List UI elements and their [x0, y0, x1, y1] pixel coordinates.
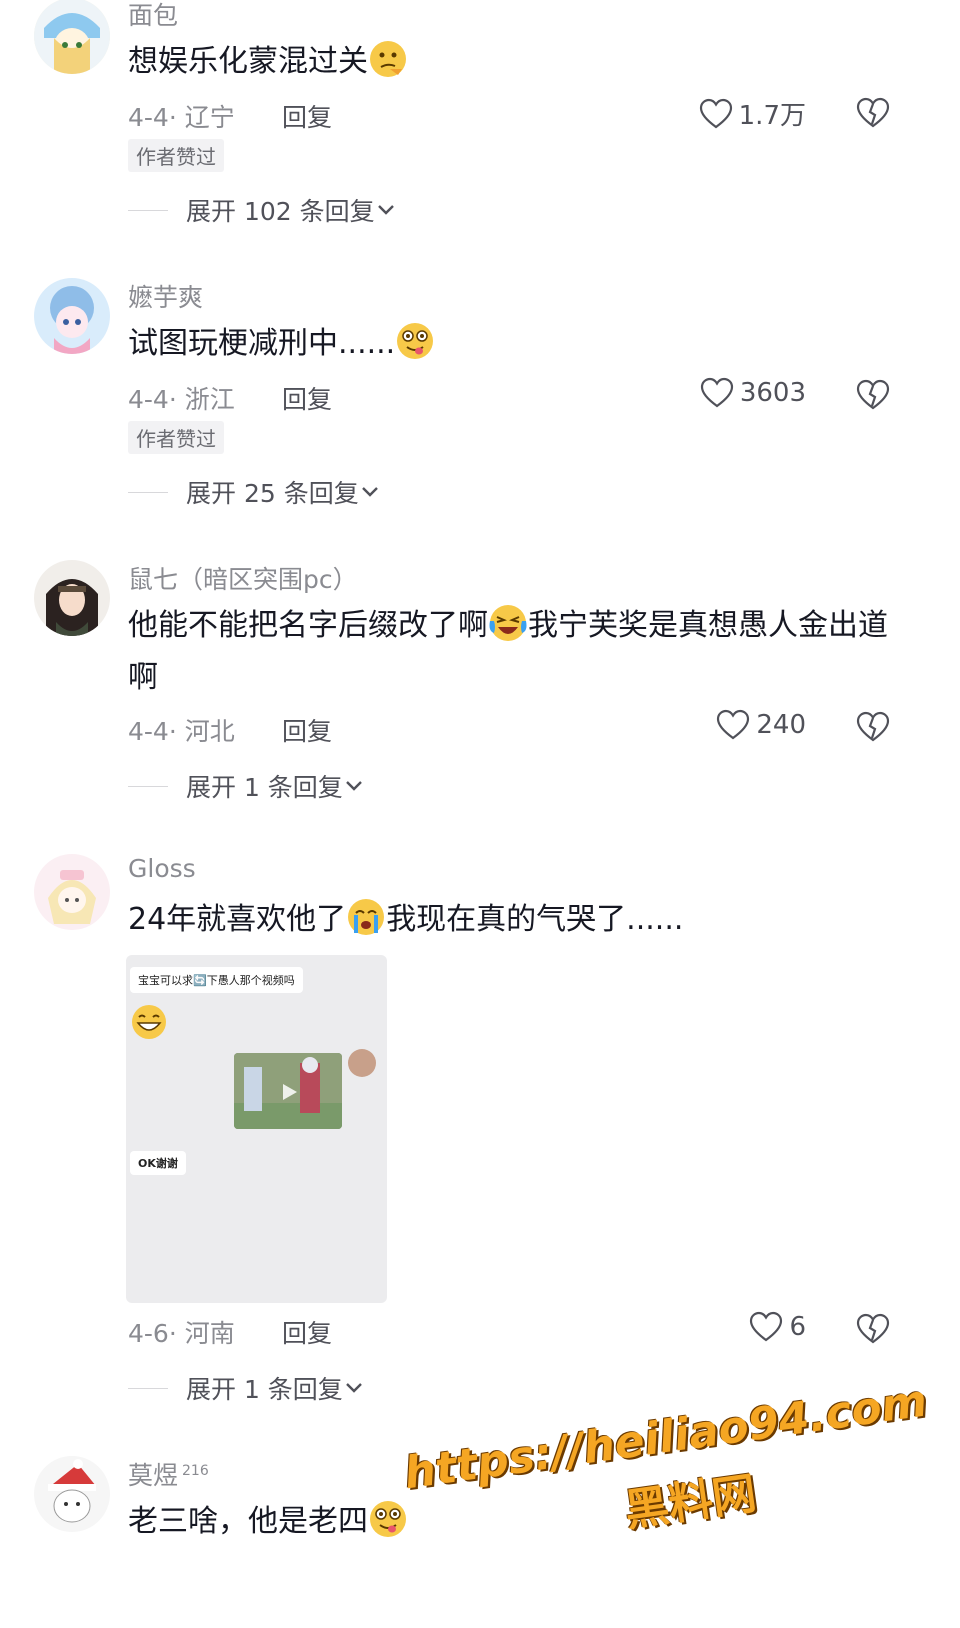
- expand-replies-button[interactable]: 展开 1 条回复: [128, 768, 365, 804]
- laughing-crying-emoji-icon: [489, 605, 527, 641]
- heart-outline-icon: [717, 709, 750, 740]
- avatar[interactable]: [34, 1456, 110, 1532]
- yummy-emoji-icon: [397, 323, 434, 359]
- reply-button[interactable]: 回复: [282, 380, 332, 416]
- thinking-emoji-icon: [370, 41, 406, 77]
- chevron-down-icon: [377, 205, 394, 215]
- comment-text: 老三啥，他是老四: [128, 1496, 908, 1548]
- author-liked-badge: 作者赞过: [128, 421, 224, 454]
- username[interactable]: 莫煜 216: [128, 1456, 209, 1492]
- expand-replies-button[interactable]: 展开 25 条回复: [128, 474, 381, 510]
- like-button[interactable]: 6: [749, 1311, 806, 1343]
- avatar[interactable]: [34, 560, 110, 636]
- chevron-down-icon: [361, 487, 378, 497]
- reply-button[interactable]: 回复: [282, 712, 332, 748]
- avatar: [348, 1049, 376, 1077]
- broken-heart-icon[interactable]: [856, 378, 890, 412]
- comment-text: 24年就喜欢他了 我现在真的气哭了......: [128, 894, 908, 946]
- avatar[interactable]: [34, 278, 110, 354]
- comment-date-location: 4-4· 辽宁: [128, 103, 235, 132]
- author-liked-badge: 作者赞过: [128, 139, 224, 172]
- chat-bubble: OK谢谢: [130, 1151, 186, 1175]
- yummy-emoji-icon: [370, 1501, 406, 1537]
- chevron-down-icon: [345, 1383, 362, 1393]
- chevron-down-icon: [345, 781, 362, 791]
- comment-text: 想娱乐化蒙混过关: [128, 36, 908, 88]
- username[interactable]: 面包: [128, 0, 178, 32]
- user-level: 216: [182, 1462, 209, 1479]
- like-button[interactable]: 240: [716, 709, 806, 741]
- comment-text: 他能不能把名字后缀改了啊 我宁芙奖是真想愚人金出道啊: [128, 600, 908, 704]
- reply-button[interactable]: 回复: [282, 1314, 332, 1350]
- username[interactable]: Gloss: [128, 854, 196, 883]
- expand-replies-button[interactable]: 展开 1 条回复: [128, 1370, 365, 1406]
- broken-heart-icon[interactable]: [856, 1312, 890, 1346]
- expand-replies-button[interactable]: 展开 102 条回复: [128, 192, 397, 228]
- video-thumbnail[interactable]: [234, 1053, 342, 1129]
- grin-emoji-icon: [132, 1005, 166, 1039]
- username[interactable]: 鼠七（暗区突围pc）: [128, 560, 358, 596]
- heart-outline-icon: [700, 377, 733, 408]
- like-button[interactable]: 3603: [700, 377, 806, 409]
- like-count: 240: [756, 710, 806, 740]
- username[interactable]: 嬷芋爽: [128, 278, 203, 314]
- crying-emoji-icon: [348, 899, 385, 935]
- like-count: 6: [789, 1312, 806, 1342]
- avatar[interactable]: [34, 0, 110, 74]
- broken-heart-icon[interactable]: [856, 96, 890, 130]
- heart-outline-icon: [699, 98, 732, 128]
- comment-date-location: 4-4· 浙江: [128, 385, 235, 414]
- comment-date-location: 4-4· 河北: [128, 717, 235, 746]
- broken-heart-icon[interactable]: [856, 710, 890, 744]
- comment-date-location: 4-6· 河南: [128, 1319, 235, 1348]
- comment-image[interactable]: 宝宝可以求🔄下愚人那个视频吗 OK谢谢: [126, 955, 387, 1303]
- like-button[interactable]: 1.7万: [699, 95, 806, 132]
- chat-bubble: 宝宝可以求🔄下愚人那个视频吗: [130, 967, 303, 993]
- play-icon[interactable]: [278, 1081, 300, 1103]
- avatar[interactable]: [34, 854, 110, 930]
- heart-outline-icon: [750, 1311, 783, 1342]
- like-count: 3603: [739, 378, 806, 408]
- like-count: 1.7万: [738, 101, 806, 131]
- reply-button[interactable]: 回复: [282, 98, 332, 134]
- comment-text: 试图玩梗减刑中......: [128, 318, 908, 370]
